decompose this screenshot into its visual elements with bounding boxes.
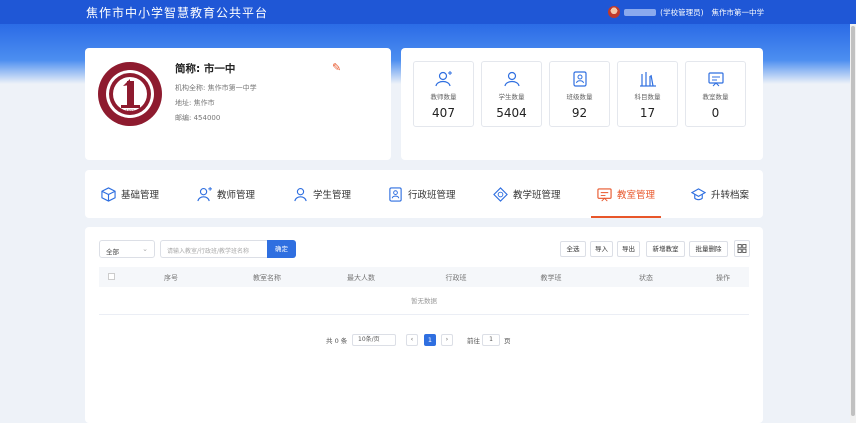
tab-label: 学生管理	[313, 190, 352, 201]
prev-page-button[interactable]: ‹	[406, 334, 418, 346]
grid-view-icon[interactable]	[734, 240, 750, 257]
school-full-name: 机构全称: 焦作市第一中学	[175, 84, 257, 92]
next-page-button[interactable]: ›	[441, 334, 453, 346]
stat-value: 92	[571, 106, 588, 120]
tab-label: 教学班管理	[513, 190, 561, 201]
page-size-value: 10条/页	[358, 336, 380, 343]
column-header: 教学班	[540, 274, 562, 282]
classroom-panel: 全部 ⌄ 请输入教室/行政班/教学班名称 确定 全选 导入 导出 新增教室 批量…	[85, 227, 763, 423]
goto-label: 前往	[467, 337, 480, 345]
filter-select[interactable]: 全部 ⌄	[99, 240, 155, 258]
stat-value: 0	[711, 106, 720, 120]
page-size-select[interactable]: 10条/页	[352, 334, 396, 346]
confirm-button[interactable]: 确定	[267, 240, 296, 258]
platform-title: 焦作市中小学智慧教育公共平台	[86, 6, 269, 20]
teacher-icon	[434, 71, 452, 87]
student-icon	[503, 71, 520, 87]
select-all-checkbox[interactable]	[108, 273, 115, 280]
stat-subjects: 科目数量 17	[617, 61, 678, 127]
user-name-redacted	[624, 8, 657, 16]
teacher-icon	[197, 186, 212, 201]
stat-value: 407	[432, 106, 455, 120]
stat-label: 教师数量	[430, 93, 457, 101]
search-input[interactable]: 请输入教室/行政班/教学班名称	[160, 240, 267, 258]
stat-classrooms: 教室数量 0	[685, 61, 746, 127]
stat-value: 17	[639, 106, 656, 120]
tab-label: 教室管理	[617, 190, 656, 201]
page-number[interactable]: 1	[424, 334, 436, 346]
teaching-class-icon	[493, 186, 508, 202]
module-tabs: 基础管理 教师管理 学生管理 行政班管理 教学班管理 教室管理 升转档案	[85, 170, 763, 218]
tab-label: 基础管理	[121, 190, 160, 201]
column-header: 序号	[164, 274, 178, 282]
tab-label: 升转档案	[711, 190, 750, 201]
stat-teachers: 教师数量 407	[413, 61, 474, 127]
tab-teachers[interactable]: 教师管理	[197, 170, 255, 218]
goto-suffix: 页	[504, 337, 511, 345]
tab-label: 教师管理	[217, 190, 256, 201]
stat-students: 学生数量 5404	[481, 61, 542, 127]
scrollbar[interactable]	[850, 24, 856, 423]
user-role: (学校管理员)	[660, 7, 704, 17]
tab-teaching-class[interactable]: 教学班管理	[493, 170, 561, 218]
tab-archive[interactable]: 升转档案	[691, 170, 749, 218]
column-header: 状态	[639, 274, 653, 282]
school-logo: 1952	[98, 62, 162, 126]
student-icon	[294, 187, 307, 201]
total-count: 共 0 条	[326, 337, 348, 345]
batch-delete-button[interactable]: 批量删除	[689, 241, 728, 257]
classroom-icon	[707, 72, 724, 87]
table-header: 序号 教室名称 最大人数 行政班 教学班 状态 操作	[99, 267, 749, 287]
export-button[interactable]: 导出	[617, 241, 640, 257]
school-postcode: 邮编: 454000	[175, 114, 221, 122]
tab-basic[interactable]: 基础管理	[101, 170, 159, 218]
stats-card: 教师数量 407 学生数量 5404 班级数量 92 科目数量 17 教室数量 …	[401, 48, 763, 160]
goto-page-input[interactable]: 1	[482, 334, 500, 346]
cube-icon	[101, 186, 116, 202]
column-header: 操作	[716, 274, 730, 282]
edit-icon[interactable]: ✎	[332, 61, 341, 74]
avatar[interactable]	[608, 6, 621, 18]
chevron-down-icon: ⌄	[142, 245, 148, 253]
tab-students[interactable]: 学生管理	[293, 170, 351, 218]
stat-classes: 班级数量 92	[549, 61, 610, 127]
scrollbar-thumb[interactable]	[851, 26, 855, 416]
class-icon	[572, 71, 587, 87]
subject-icon	[639, 72, 656, 87]
svg-text:1952: 1952	[126, 109, 135, 113]
tab-classroom[interactable]: 教室管理	[590, 170, 662, 218]
stat-label: 班级数量	[566, 93, 593, 101]
user-menu[interactable]: (学校管理员) 焦作市第一中学	[608, 6, 764, 18]
add-classroom-button[interactable]: 新增教室	[646, 241, 685, 257]
class-icon	[389, 186, 402, 202]
school-short-name: 简称: 市一中	[175, 63, 236, 75]
school-info-card: 1952 简称: 市一中 ✎ 机构全称: 焦作市第一中学 地址: 焦作市 邮编:…	[85, 48, 391, 160]
user-school: 焦作市第一中学	[711, 7, 765, 17]
column-header: 教室名称	[253, 274, 281, 282]
school-address: 地址: 焦作市	[175, 99, 215, 107]
stat-label: 教室数量	[702, 93, 729, 101]
column-header: 最大人数	[347, 274, 375, 282]
import-button[interactable]: 导入	[590, 241, 613, 257]
graduation-icon	[691, 187, 706, 200]
tab-admin-class[interactable]: 行政班管理	[388, 170, 456, 218]
stat-label: 科目数量	[634, 93, 661, 101]
stat-value: 5404	[496, 106, 527, 120]
tab-label: 行政班管理	[408, 190, 456, 201]
column-header: 行政班	[445, 274, 467, 282]
stat-label: 学生数量	[498, 93, 525, 101]
top-bar: 焦作市中小学智慧教育公共平台 (学校管理员) 焦作市第一中学	[0, 0, 856, 24]
select-all-button[interactable]: 全选	[560, 241, 586, 257]
classroom-icon	[597, 187, 612, 201]
filter-value: 全部	[106, 248, 119, 256]
empty-state: 暂无数据	[99, 287, 749, 315]
